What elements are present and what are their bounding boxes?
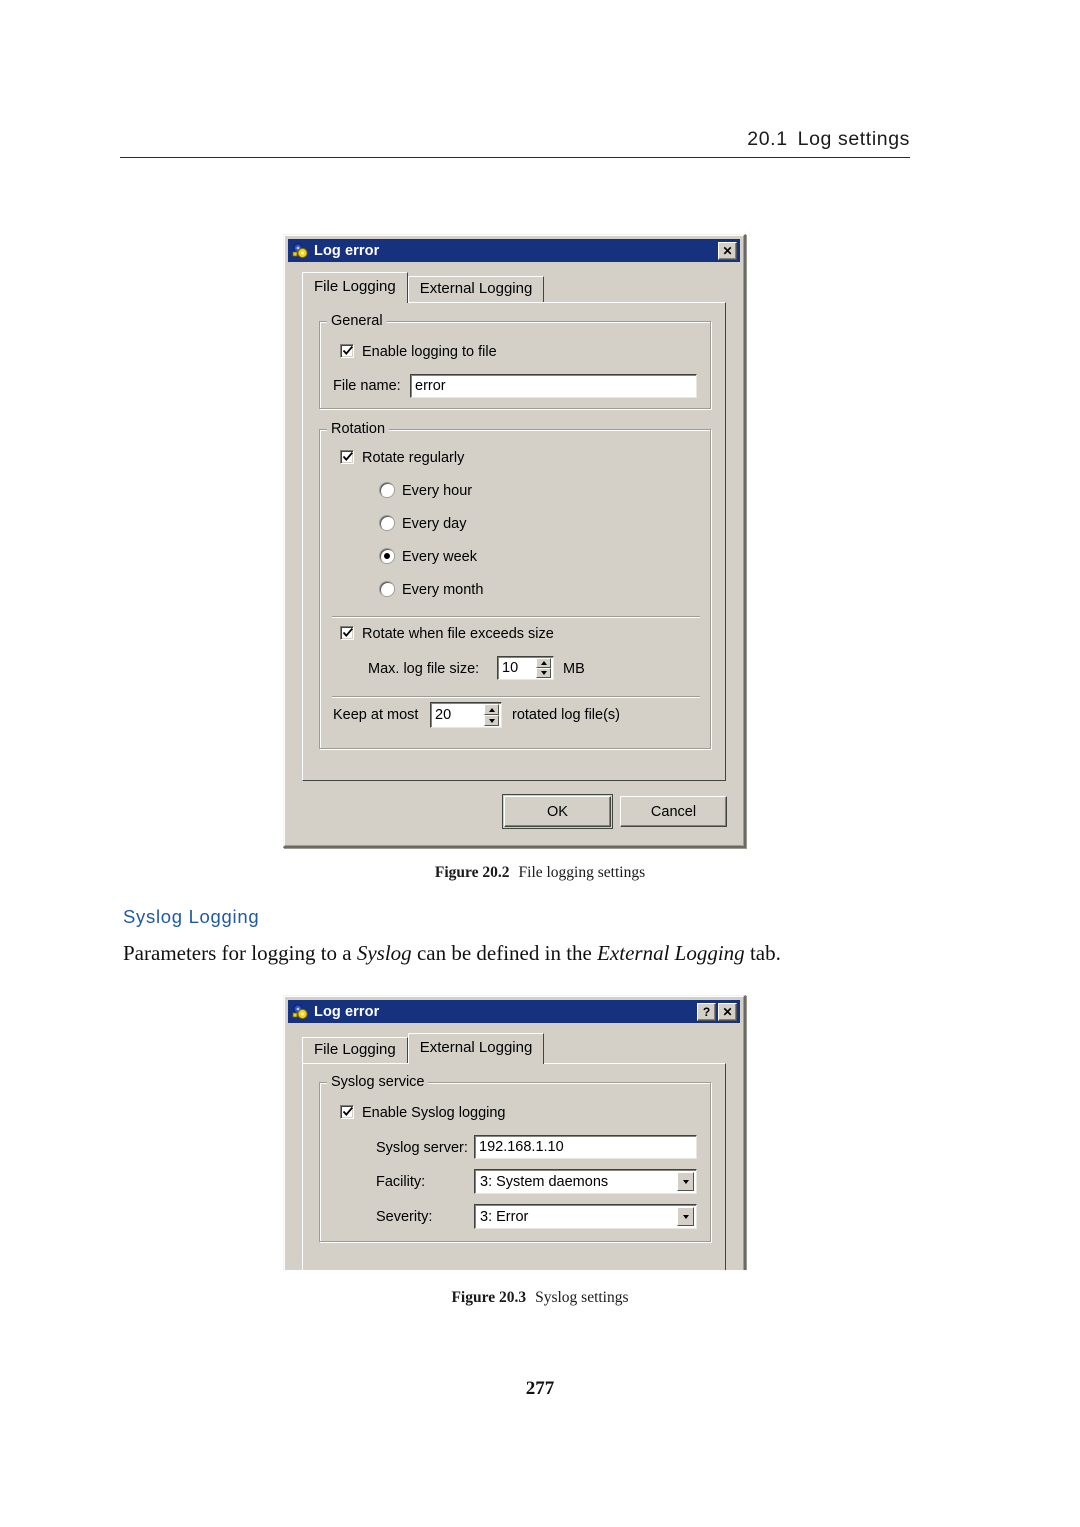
group-syslog-service-title: Syslog service bbox=[327, 1074, 429, 1090]
dialog-title: Log error bbox=[314, 1003, 380, 1020]
paragraph-text-2: can be defined in the bbox=[411, 941, 598, 965]
label-every-hour: Every hour bbox=[402, 483, 473, 499]
close-icon[interactable]: ✕ bbox=[718, 1002, 737, 1021]
paragraph-text-3: tab. bbox=[744, 941, 781, 965]
figure-20-3-number: Figure 20.3 bbox=[451, 1289, 527, 1306]
cancel-button[interactable]: Cancel bbox=[620, 796, 727, 827]
figure-20-3-caption: Figure 20.3 Syslog settings bbox=[0, 1289, 1080, 1307]
checkbox-rotate-when-exceeds[interactable] bbox=[340, 626, 354, 640]
tab-file-logging[interactable]: File Logging bbox=[302, 1037, 408, 1064]
stepper-down-icon[interactable] bbox=[536, 668, 551, 678]
separator-rotation-top bbox=[332, 616, 700, 617]
label-enable-logging: Enable logging to file bbox=[362, 344, 497, 360]
group-rotation: Rotation Rotate regularly Every hour Eve… bbox=[319, 421, 711, 749]
group-rotation-title: Rotation bbox=[327, 421, 390, 437]
figure-20-3-text: Syslog settings bbox=[535, 1289, 629, 1306]
radio-every-day[interactable] bbox=[380, 516, 394, 530]
titlebar[interactable]: Log error ? ✕ bbox=[288, 1000, 740, 1023]
label-every-month: Every month bbox=[402, 582, 484, 598]
select-severity-value: 3: Error bbox=[480, 1208, 529, 1225]
tab-file-logging[interactable]: File Logging bbox=[302, 272, 408, 303]
label-keep-at-most: Keep at most bbox=[333, 707, 419, 723]
figure-20-2-caption: Figure 20.2 File logging settings bbox=[0, 864, 1080, 882]
label-every-day: Every day bbox=[402, 516, 467, 532]
checkbox-enable-syslog-logging[interactable] bbox=[340, 1105, 354, 1119]
stepper-keep-at-most[interactable]: 20 bbox=[430, 702, 502, 728]
label-max-log-size: Max. log file size: bbox=[368, 661, 480, 677]
stepper-up-icon[interactable] bbox=[484, 704, 499, 715]
paragraph-emphasis-syslog: Syslog bbox=[356, 941, 412, 965]
body-paragraph: Parameters for logging to a Syslog can b… bbox=[123, 941, 923, 966]
app-gears-icon bbox=[292, 242, 309, 259]
input-syslog-server[interactable]: 192.168.1.10 bbox=[474, 1135, 697, 1159]
separator-rotation-bottom bbox=[332, 696, 700, 697]
titlebar[interactable]: Log error ✕ bbox=[288, 239, 740, 262]
tab-panel-file-logging: General Enable logging to file File name… bbox=[302, 302, 726, 781]
tab-external-logging[interactable]: External Logging bbox=[407, 276, 545, 303]
select-facility[interactable]: 3: System daemons bbox=[474, 1169, 697, 1194]
running-header-number: 20.1 bbox=[747, 128, 788, 150]
dialog-external-logging-clip: Log error ? ✕ File Logging External Logg… bbox=[283, 995, 748, 1270]
app-gears-icon bbox=[292, 1003, 309, 1020]
help-icon[interactable]: ? bbox=[697, 1002, 716, 1021]
label-enable-syslog-logging: Enable Syslog logging bbox=[362, 1105, 506, 1121]
paragraph-text-1: Parameters for logging to a bbox=[123, 941, 357, 965]
label-facility: Facility: bbox=[376, 1174, 426, 1190]
stepper-up-icon[interactable] bbox=[536, 658, 551, 668]
select-severity[interactable]: 3: Error bbox=[474, 1204, 697, 1229]
tab-bar[interactable]: File Logging External Logging bbox=[302, 1033, 545, 1064]
running-header-title: Log settings bbox=[797, 128, 910, 150]
radio-every-week[interactable] bbox=[380, 549, 394, 563]
stepper-down-icon[interactable] bbox=[484, 715, 499, 726]
stepper-keep-at-most-value: 20 bbox=[435, 707, 452, 723]
tab-external-logging[interactable]: External Logging bbox=[407, 1033, 545, 1064]
dialog-title: Log error bbox=[314, 242, 380, 259]
stepper-max-log-size-value: 10 bbox=[502, 660, 519, 676]
dialog-file-logging[interactable]: Log error ✕ File Logging External Loggin… bbox=[283, 234, 746, 848]
label-rotated-log-files: rotated log file(s) bbox=[512, 707, 620, 723]
figure-20-2-text: File logging settings bbox=[518, 864, 646, 881]
tab-panel-external-logging: Syslog service Enable Syslog logging Sys… bbox=[302, 1063, 726, 1270]
paragraph-emphasis-external-logging: External Logging bbox=[597, 941, 745, 965]
label-file-name: File name: bbox=[333, 378, 401, 394]
label-max-log-size-unit: MB bbox=[563, 661, 585, 677]
label-rotate-regularly: Rotate regularly bbox=[362, 450, 465, 466]
header-rule bbox=[120, 157, 910, 158]
dialog-external-logging[interactable]: Log error ? ✕ File Logging External Logg… bbox=[283, 995, 746, 1270]
checkbox-rotate-regularly[interactable] bbox=[340, 450, 354, 464]
figure-20-2-number: Figure 20.2 bbox=[434, 864, 510, 881]
checkbox-enable-logging[interactable] bbox=[340, 344, 354, 358]
label-severity: Severity: bbox=[376, 1209, 433, 1225]
section-heading-syslog-logging: Syslog Logging bbox=[123, 906, 260, 927]
group-syslog-service: Syslog service Enable Syslog logging Sys… bbox=[319, 1074, 711, 1242]
chevron-down-icon[interactable] bbox=[677, 1172, 694, 1191]
group-general: General Enable logging to file File name… bbox=[319, 313, 711, 409]
stepper-max-log-size[interactable]: 10 bbox=[497, 656, 554, 680]
chevron-down-icon[interactable] bbox=[677, 1207, 694, 1226]
radio-every-month[interactable] bbox=[380, 582, 394, 596]
label-every-week: Every week bbox=[402, 549, 477, 565]
select-facility-value: 3: System daemons bbox=[480, 1173, 609, 1190]
tab-bar[interactable]: File Logging External Logging bbox=[302, 272, 545, 303]
input-file-name[interactable]: error bbox=[410, 374, 697, 398]
group-general-title: General bbox=[327, 313, 387, 329]
page-number: 277 bbox=[525, 1378, 555, 1399]
label-syslog-server: Syslog server: bbox=[376, 1140, 468, 1156]
label-rotate-when-exceeds: Rotate when file exceeds size bbox=[362, 626, 554, 642]
radio-every-hour[interactable] bbox=[380, 483, 394, 497]
close-icon[interactable]: ✕ bbox=[718, 241, 737, 260]
running-header: 20.1 Log settings bbox=[120, 128, 910, 151]
ok-button[interactable]: OK bbox=[502, 794, 613, 829]
